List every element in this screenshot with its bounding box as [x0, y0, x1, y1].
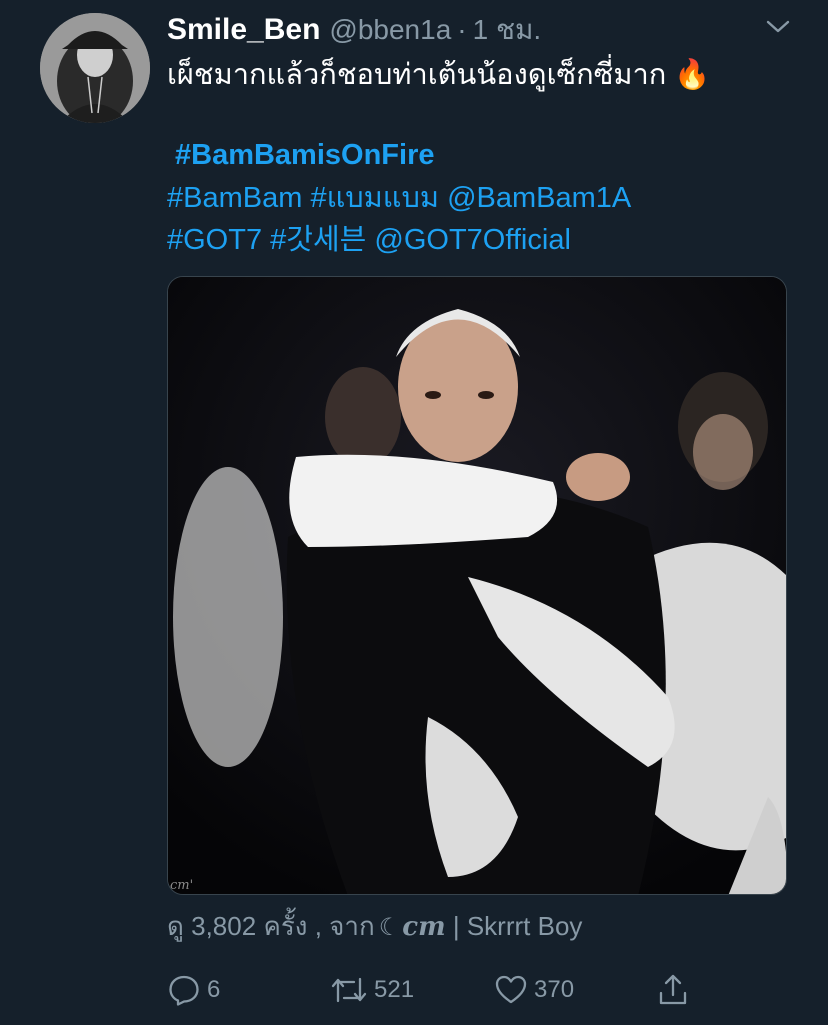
- view-count: 3,802: [191, 911, 257, 941]
- hashtag-link[interactable]: #BamBam: [167, 182, 302, 214]
- hashtag-link[interactable]: #แบมแบม: [310, 182, 439, 214]
- retweet-count: 521: [374, 976, 415, 1003]
- like-count: 370: [534, 976, 575, 1003]
- tweet-timestamp[interactable]: 1 ชม.: [473, 8, 542, 52]
- share-icon: [659, 974, 687, 1005]
- views-separator: |: [452, 911, 460, 941]
- reply-count: 6: [207, 976, 221, 1003]
- tweet-header: Smile_Ben @bben1a · 1 ชม.: [167, 8, 541, 48]
- retweet-button[interactable]: 521: [330, 970, 414, 1010]
- fire-emoji: 🔥: [674, 59, 711, 91]
- header-separator: ·: [457, 14, 467, 45]
- like-icon: [495, 975, 527, 1004]
- tweet-text: เผ็ชมากแล้วก็ชอบท่าเต้นน้องดูเซ็กซี่มาก …: [167, 55, 711, 95]
- views-suffix: ครั้ง , จาก: [263, 911, 375, 941]
- chevron-down-icon: [766, 20, 790, 33]
- user-handle[interactable]: @bben1a: [329, 14, 451, 46]
- hashtag-link[interactable]: #GOT7: [167, 224, 262, 256]
- avatar-image: [40, 13, 150, 123]
- view-count-line: ดู 3,802 ครั้ง , จาก ☾cm | Skrrrt Boy: [167, 908, 582, 946]
- media-watermark: cm': [170, 878, 193, 893]
- source-app[interactable]: Skrrrt Boy: [467, 911, 583, 941]
- tags-line-1: #BamBam #แบมแบม @BamBam1A: [167, 178, 631, 218]
- source-account[interactable]: cm: [402, 912, 445, 942]
- hashtag-link[interactable]: #갓세븐: [270, 224, 366, 256]
- media-image: cm': [168, 277, 786, 894]
- avatar[interactable]: [40, 13, 150, 123]
- like-button[interactable]: 370: [494, 970, 574, 1010]
- tweet-media[interactable]: cm': [167, 276, 787, 895]
- retweet-icon: [331, 977, 367, 1003]
- display-name[interactable]: Smile_Ben: [167, 13, 320, 47]
- tweet-menu-button[interactable]: [763, 14, 793, 40]
- tags-line-2: #GOT7 #갓세븐 @GOT7Official: [167, 220, 571, 260]
- moon-icon: ☾: [378, 914, 401, 941]
- mention-link[interactable]: @BamBam1A: [447, 182, 631, 214]
- tweet-text-content: เผ็ชมากแล้วก็ชอบท่าเต้นน้องดูเซ็กซี่มาก: [167, 59, 667, 91]
- share-button[interactable]: [656, 970, 696, 1010]
- hashtag-link[interactable]: #BamBamisOnFire: [175, 139, 435, 171]
- mention-link[interactable]: @GOT7Official: [374, 224, 571, 256]
- reply-button[interactable]: 6: [167, 970, 220, 1010]
- reply-icon: [169, 975, 199, 1006]
- featured-hashtag-line: #BamBamisOnFire: [175, 135, 435, 175]
- views-prefix: ดู: [167, 911, 184, 941]
